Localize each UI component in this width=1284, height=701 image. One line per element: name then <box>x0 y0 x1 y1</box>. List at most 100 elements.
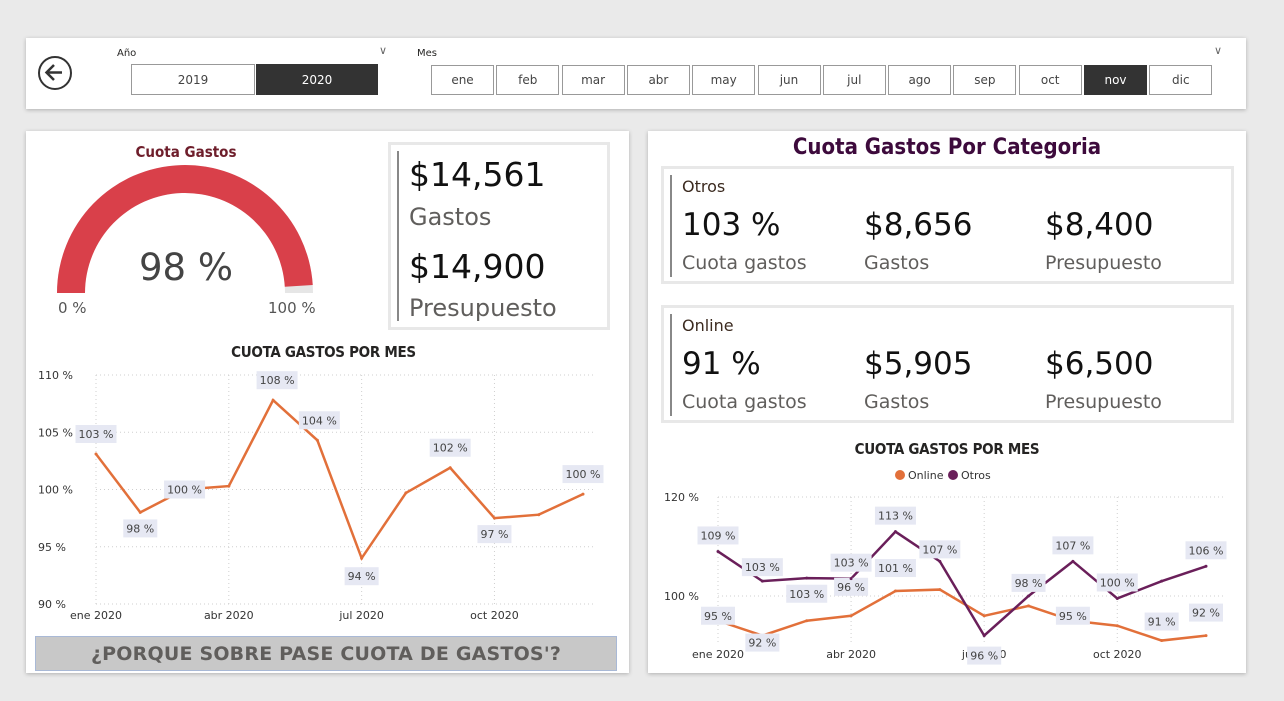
data-point[interactable] <box>581 492 585 496</box>
data-label-otros: 100 % <box>1100 576 1135 589</box>
online-cuota-value: 91 % <box>682 346 761 382</box>
data-point[interactable] <box>94 452 98 456</box>
data-point-online[interactable] <box>938 588 942 592</box>
category-monthly-chart-title: CUOTA GASTOS POR MES <box>854 440 1040 458</box>
back-button[interactable] <box>38 56 72 90</box>
data-point-online[interactable] <box>1160 639 1164 643</box>
x-tick-label: abr 2020 <box>204 609 254 622</box>
otros-cuota-value: 103 % <box>682 207 781 243</box>
gauge-value: 98 % <box>139 246 233 289</box>
month-option-nov[interactable]: nov <box>1084 65 1147 95</box>
data-point-online[interactable] <box>893 589 897 593</box>
month-option-ene[interactable]: ene <box>431 65 494 95</box>
data-point[interactable] <box>448 466 452 470</box>
data-point-otros[interactable] <box>1204 564 1208 568</box>
data-label: 97 % <box>480 528 508 541</box>
data-label: 94 % <box>348 570 376 583</box>
online-gastos-value: $5,905 <box>864 346 973 382</box>
cuota-gastos-por-categoria-panel: Cuota Gastos Por Categoria Otros 103 % C… <box>648 131 1246 673</box>
data-label: 100 % <box>566 468 601 481</box>
legend-label[interactable]: Online <box>908 469 944 482</box>
data-point-online[interactable] <box>849 614 853 618</box>
data-point[interactable] <box>404 491 408 495</box>
y-tick-label: 100 % <box>38 484 73 497</box>
data-label-online: 92 % <box>1192 607 1220 620</box>
data-point-otros[interactable] <box>716 549 720 553</box>
filter-slicer-bar: Año ∨ 2019 2020 Mes ∨ ene feb mar abr may jun j… <box>26 38 1246 109</box>
data-point[interactable] <box>537 513 541 517</box>
data-label-online: 91 % <box>1148 616 1176 629</box>
month-option-jun[interactable]: jun <box>757 65 821 95</box>
data-point[interactable] <box>227 484 231 488</box>
month-option-jul[interactable]: jul <box>822 65 886 95</box>
data-point-otros[interactable] <box>893 530 897 534</box>
month-option-dic[interactable]: dic <box>1149 65 1213 95</box>
monthly-chart-title: CUOTA GASTOS POR MES <box>231 343 416 361</box>
data-label-otros: 109 % <box>701 529 736 542</box>
x-tick-label: jul 2020 <box>338 609 384 622</box>
data-point-otros[interactable] <box>1115 596 1119 600</box>
data-label-online: 98 % <box>1015 577 1043 590</box>
month-option-mar[interactable]: mar <box>561 65 625 95</box>
month-option-abr[interactable]: abr <box>626 65 690 95</box>
month-option-sep[interactable]: sep <box>953 65 1017 95</box>
data-label-otros: 107 % <box>922 543 957 556</box>
y-tick-label: 100 % <box>664 590 699 603</box>
data-point-online[interactable] <box>1027 604 1031 608</box>
cuota-gastos-por-mes-line-chart: 110 % 105 % 100 % 95 % 90 % ene 2020 abr 2020 j… <box>38 369 604 622</box>
otros-gastos-label: Gastos <box>864 252 930 274</box>
data-point-otros[interactable] <box>1027 594 1031 598</box>
month-option-may[interactable]: may <box>692 65 756 95</box>
data-label: 102 % <box>433 442 468 455</box>
data-label: 98 % <box>126 522 154 535</box>
y-tick-label: 120 % <box>664 491 699 504</box>
year-slicer-title: Año <box>117 48 137 59</box>
y-tick-label: 110 % <box>38 369 73 382</box>
data-point-otros[interactable] <box>938 559 942 563</box>
category-card-otros: Otros 103 % Cuota gastos $8,656 Gastos $… <box>661 166 1234 284</box>
data-point[interactable] <box>315 438 319 442</box>
data-point[interactable] <box>138 510 142 514</box>
year-option-2019[interactable]: 2019 <box>131 64 255 95</box>
data-label: 104 % <box>302 414 337 427</box>
data-point[interactable] <box>271 398 275 402</box>
year-option-2020[interactable]: 2020 <box>256 64 378 95</box>
data-label-online: 92 % <box>748 637 776 650</box>
kpi-gastos-value: $14,561 <box>409 155 546 194</box>
kpi-accent-bar <box>670 175 672 277</box>
data-point[interactable] <box>492 516 496 520</box>
category-name-otros: Otros <box>682 177 726 196</box>
question-banner[interactable]: ¿PORQUE SOBRE PASE CUOTA DE GASTOS'? <box>35 636 617 671</box>
data-point-online[interactable] <box>982 614 986 618</box>
month-slicer-chevron-down-icon[interactable]: ∨ <box>1214 44 1222 57</box>
cuota-gastos-por-mes-categoria-line-chart: OnlineOtros120 %100 %ene 2020abr 2020jul… <box>664 469 1227 665</box>
data-label-online: 95 % <box>1059 610 1087 623</box>
data-point-otros[interactable] <box>805 576 809 580</box>
month-option-ago[interactable]: ago <box>888 65 952 95</box>
online-gastos-label: Gastos <box>864 391 930 413</box>
data-point-otros[interactable] <box>982 634 986 638</box>
x-tick-label: oct 2020 <box>1093 648 1142 661</box>
month-option-feb[interactable]: feb <box>496 65 560 95</box>
data-point-online[interactable] <box>1115 624 1119 628</box>
data-point[interactable] <box>360 556 364 560</box>
gauge-max-label: 100 % <box>268 299 316 317</box>
data-point-otros[interactable] <box>1071 559 1075 563</box>
online-presupuesto-value: $6,500 <box>1045 346 1154 382</box>
data-label: 103 % <box>79 428 114 441</box>
year-slicer-chevron-down-icon[interactable]: ∨ <box>379 44 387 57</box>
month-option-oct[interactable]: oct <box>1018 65 1082 95</box>
data-point-online[interactable] <box>1204 634 1208 638</box>
data-point-otros[interactable] <box>849 577 853 581</box>
kpi-presupuesto-label: Presupuesto <box>409 294 557 322</box>
data-point-online[interactable] <box>805 619 809 623</box>
kpi-accent-bar <box>670 314 672 416</box>
data-label-otros: 103 % <box>745 561 780 574</box>
data-point-otros[interactable] <box>1160 579 1164 583</box>
month-slicer-title: Mes <box>417 48 437 59</box>
online-cuota-label: Cuota gastos <box>682 391 807 413</box>
data-label-online: 95 % <box>704 610 732 623</box>
category-name-online: Online <box>682 316 734 335</box>
legend-label[interactable]: Otros <box>961 469 991 482</box>
data-point-otros[interactable] <box>760 579 764 583</box>
